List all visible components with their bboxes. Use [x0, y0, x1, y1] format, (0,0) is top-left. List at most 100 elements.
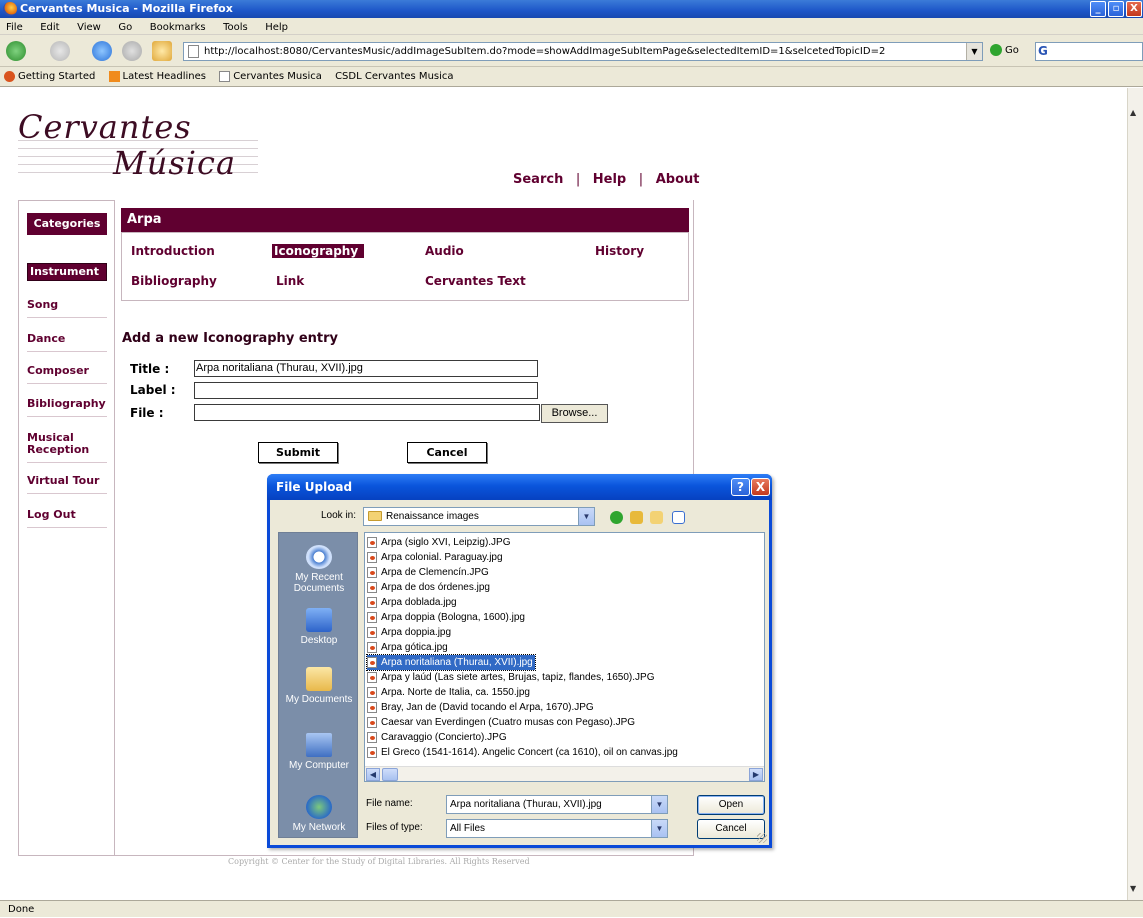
list-item[interactable]: Arpa doppia.jpg: [367, 625, 453, 640]
list-item[interactable]: Arpa de Clemencín.JPG: [367, 565, 491, 580]
new-folder-icon[interactable]: [650, 511, 663, 524]
dialog-close-button[interactable]: X: [751, 478, 770, 496]
tab-link[interactable]: Link: [276, 274, 304, 288]
place-my-documents[interactable]: My Documents: [279, 667, 359, 705]
search-link[interactable]: Search: [513, 172, 563, 187]
scroll-thumb[interactable]: [382, 768, 398, 781]
maximize-button[interactable]: ▫: [1108, 1, 1124, 17]
sidebar-item-log-out[interactable]: Log Out: [27, 509, 107, 528]
sidebar-item-instrument[interactable]: Instrument: [27, 263, 107, 281]
up-folder-icon[interactable]: [630, 511, 643, 524]
dialog-titlebar[interactable]: File Upload ? X: [267, 474, 772, 500]
menu-view[interactable]: View: [77, 22, 101, 33]
close-window-button[interactable]: X: [1126, 1, 1142, 17]
menu-bookmarks[interactable]: Bookmarks: [150, 22, 206, 33]
browse-button[interactable]: Browse...: [541, 404, 608, 423]
jpg-file-icon: [367, 537, 377, 548]
list-item[interactable]: Arpa y laúd (Las siete artes, Brujas, ta…: [367, 670, 656, 685]
submit-button[interactable]: Submit: [258, 442, 338, 463]
bookmark-latest-headlines[interactable]: Latest Headlines: [108, 67, 206, 87]
help-button[interactable]: ?: [731, 478, 750, 496]
tab-introduction[interactable]: Introduction: [131, 244, 215, 258]
chevron-down-icon[interactable]: ▼: [651, 796, 667, 813]
open-button[interactable]: Open: [697, 795, 765, 815]
cancel-button[interactable]: Cancel: [407, 442, 487, 463]
list-item[interactable]: Arpa (siglo XVI, Leipzig).JPG: [367, 535, 513, 550]
sidebar-item-composer[interactable]: Composer: [27, 365, 107, 384]
title-label: Title :: [130, 362, 170, 376]
files-of-type-select[interactable]: All Files ▼: [446, 819, 668, 838]
bookmark-csdl-cervantes-musica[interactable]: CSDL Cervantes Musica: [335, 67, 453, 87]
scroll-down-icon[interactable]: ▼: [1130, 884, 1136, 893]
file-list-scrollbar[interactable]: ◀ ▶: [365, 766, 764, 781]
url-field[interactable]: http://localhost:8080/CervantesMusic/add…: [183, 42, 983, 61]
list-item-selected[interactable]: Arpa noritaliana (Thurau, XVII).jpg: [366, 654, 536, 671]
sidebar-item-song[interactable]: Song: [27, 299, 107, 318]
look-in-select[interactable]: Renaissance images ▼: [363, 507, 595, 526]
site-logo[interactable]: Cervantes Música: [18, 108, 288, 194]
menu-file[interactable]: File: [6, 22, 23, 33]
place-my-recent-documents[interactable]: My Recent Documents: [279, 545, 359, 594]
tab-cervantes-text[interactable]: Cervantes Text: [425, 274, 526, 288]
jpg-file-icon: [367, 642, 377, 653]
list-item[interactable]: Arpa. Norte de Italia, ca. 1550.jpg: [367, 685, 532, 700]
help-link[interactable]: Help: [593, 172, 626, 187]
scroll-up-icon[interactable]: ▲: [1130, 108, 1136, 117]
list-item[interactable]: Arpa de dos órdenes.jpg: [367, 580, 492, 595]
list-item[interactable]: Caesar van Everdingen (Cuatro musas con …: [367, 715, 637, 730]
jpg-file-icon: [367, 597, 377, 608]
file-list[interactable]: Arpa (siglo XVI, Leipzig).JPG Arpa colon…: [364, 532, 765, 782]
tab-iconography[interactable]: Iconography: [272, 244, 365, 258]
chevron-down-icon[interactable]: ▼: [651, 820, 667, 837]
tab-history[interactable]: History: [595, 244, 644, 258]
place-my-computer[interactable]: My Computer: [279, 733, 359, 771]
jpg-file-icon: [367, 627, 377, 638]
label-input[interactable]: [194, 382, 538, 399]
place-my-network[interactable]: My Network: [279, 795, 359, 833]
tab-bibliography[interactable]: Bibliography: [131, 274, 217, 288]
sidebar-item-virtual-tour[interactable]: Virtual Tour: [27, 475, 107, 494]
title-input[interactable]: Arpa noritaliana (Thurau, XVII).jpg: [194, 360, 538, 377]
back-icon[interactable]: [610, 511, 623, 524]
view-menu-icon[interactable]: [672, 511, 685, 524]
go-button[interactable]: Go: [990, 44, 1019, 56]
sidebar-item-musical-reception[interactable]: Musical Reception: [27, 432, 107, 463]
sidebar-item-bibliography[interactable]: Bibliography: [27, 398, 107, 417]
reload-icon[interactable]: [92, 41, 112, 61]
scroll-right-icon[interactable]: ▶: [749, 768, 763, 781]
list-item[interactable]: Arpa doblada.jpg: [367, 595, 459, 610]
menu-go[interactable]: Go: [118, 22, 132, 33]
resize-grip[interactable]: [757, 833, 767, 843]
minimize-button[interactable]: _: [1090, 1, 1106, 17]
home-icon[interactable]: [152, 41, 172, 61]
chevron-down-icon[interactable]: ▼: [578, 508, 594, 525]
list-item[interactable]: Bray, Jan de (David tocando el Arpa, 167…: [367, 700, 596, 715]
file-name-input[interactable]: Arpa noritaliana (Thurau, XVII).jpg ▼: [446, 795, 668, 814]
sidebar-item-dance[interactable]: Dance: [27, 333, 107, 352]
list-item[interactable]: El Greco (1541-1614). Angelic Concert (c…: [367, 745, 680, 760]
bookmark-getting-started[interactable]: Getting Started: [4, 67, 95, 87]
list-item[interactable]: Arpa colonial. Paraguay.jpg: [367, 550, 505, 565]
scroll-left-icon[interactable]: ◀: [366, 768, 380, 781]
page-scrollbar[interactable]: ▲ ▼: [1127, 88, 1143, 900]
my-network-icon: [306, 795, 332, 819]
place-desktop[interactable]: Desktop: [279, 608, 359, 646]
list-item[interactable]: Caravaggio (Concierto).JPG: [367, 730, 509, 745]
list-item[interactable]: Arpa doppia (Bologna, 1600).jpg: [367, 610, 527, 625]
about-link[interactable]: About: [656, 172, 700, 187]
menu-tools[interactable]: Tools: [223, 22, 248, 33]
search-field[interactable]: G: [1035, 42, 1143, 61]
categories-header: Categories: [27, 213, 107, 235]
dialog-cancel-button[interactable]: Cancel: [697, 819, 765, 839]
file-input[interactable]: [194, 404, 540, 421]
tab-audio[interactable]: Audio: [425, 244, 464, 258]
stop-icon[interactable]: [122, 41, 142, 61]
bookmark-cervantes-musica[interactable]: Cervantes Musica: [219, 67, 322, 87]
page-icon: [188, 45, 199, 58]
forward-icon[interactable]: [50, 41, 70, 61]
list-item[interactable]: Arpa gótica.jpg: [367, 640, 450, 655]
url-dropdown-icon[interactable]: ▼: [966, 43, 982, 60]
back-icon[interactable]: [6, 41, 26, 61]
menu-edit[interactable]: Edit: [40, 22, 59, 33]
menu-help[interactable]: Help: [265, 22, 288, 33]
